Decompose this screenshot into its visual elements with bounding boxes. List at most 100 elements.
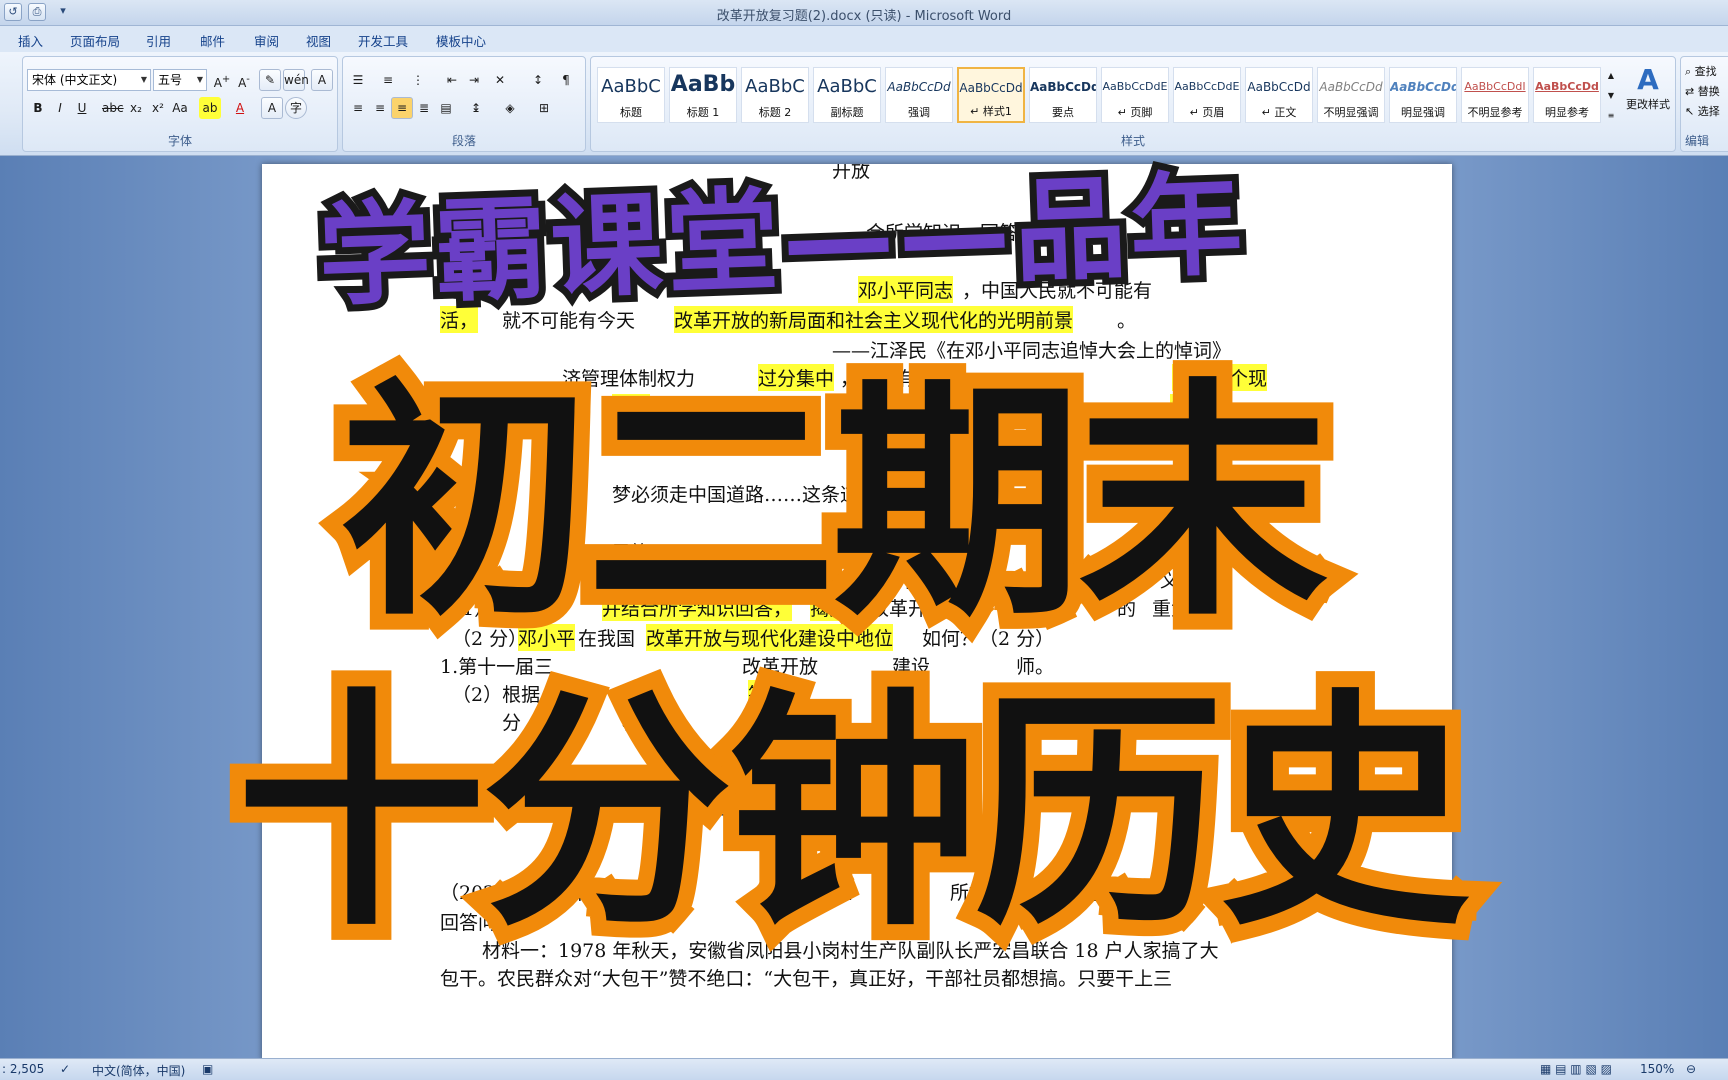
change-case-icon[interactable]: Aa (169, 97, 191, 119)
macro-record-icon[interactable]: ▣ (202, 1062, 213, 1076)
view-buttons[interactable]: ▦ ▤ ▥ ▧ ▨ (1540, 1062, 1612, 1076)
editing-group-label: 编辑 (1685, 134, 1710, 148)
style-name: ↵ 正文 (1261, 106, 1297, 119)
italic-icon[interactable]: I (49, 97, 71, 119)
change-styles-label: 更改样式 (1626, 98, 1670, 111)
highlight-icon[interactable]: ab (199, 97, 221, 119)
borders-icon[interactable]: ⊞ (533, 97, 555, 119)
align-left-icon[interactable]: ≡ (347, 97, 369, 119)
clear-format-icon[interactable]: ✎ (259, 69, 281, 91)
tab-page-layout[interactable]: 页面布局 (70, 31, 120, 50)
zoom-out-icon[interactable]: ⊖ (1686, 1062, 1696, 1076)
grow-font-icon[interactable]: A+ (211, 69, 233, 91)
language-indicator[interactable]: 中文(简体，中国) (92, 1062, 185, 1079)
style-name: 标题 (620, 106, 642, 119)
style-emphasis[interactable]: AaBbCcDd 强调 (885, 67, 953, 123)
font-group: 宋体 (中文正文) ▼ 五号 ▼ A+ A- ✎ wén A B I U abc… (22, 56, 338, 152)
style-name: 明显强调 (1401, 106, 1445, 119)
show-marks-icon[interactable]: ¶ (555, 69, 577, 91)
char-shading-icon[interactable]: A (261, 97, 283, 119)
font-name-combo[interactable]: 宋体 (中文正文) ▼ (27, 69, 151, 91)
window-title: 改革开放复习题(2).docx (只读) - Microsoft Word (716, 9, 1012, 24)
ribbon-tabs: 插入 页面布局 引用 邮件 审阅 视图 开发工具 模板中心 (0, 26, 1728, 52)
style-sample: AaBbCcDd (1030, 80, 1096, 94)
tab-references[interactable]: 引用 (146, 31, 171, 50)
find-label: 查找 (1694, 65, 1717, 78)
style-subtle-reference[interactable]: AaBbCcDdI 不明显参考 (1461, 67, 1529, 123)
style-sample: AaBbCcDd (1390, 80, 1456, 94)
style-sample: AaBbCcDdI (1464, 80, 1526, 93)
style-sample: AaBbCcDd (1319, 80, 1383, 94)
align-right-icon[interactable]: ≡ (391, 97, 413, 119)
font-size-value: 五号 (158, 73, 183, 87)
decrease-indent-icon[interactable]: ⇤ (441, 69, 463, 91)
paragraph-group-label: 段落 (451, 134, 476, 148)
style-sample: AaBbC (817, 76, 877, 97)
tab-developer[interactable]: 开发工具 (358, 31, 408, 50)
increase-indent-icon[interactable]: ⇥ (463, 69, 485, 91)
phonetic-guide-icon[interactable]: wén (283, 69, 309, 91)
superscript-icon[interactable]: x² (147, 97, 169, 119)
style-subtle-emphasis[interactable]: AaBbCcDd 不明显强调 (1317, 67, 1385, 123)
enclose-char-icon[interactable]: 字 (285, 97, 307, 119)
proofing-icon[interactable]: ✓ (60, 1062, 70, 1076)
distribute-icon[interactable]: ▤ (435, 97, 457, 119)
style-header[interactable]: AaBbCcDdE ↵ 页眉 (1173, 67, 1241, 123)
style-name: 要点 (1052, 106, 1074, 119)
style-intense-reference[interactable]: AaBbCcDd 明显参考 (1533, 67, 1601, 123)
style-style1[interactable]: AaBbCcDd ↵ 样式1 (957, 67, 1025, 123)
style-key-point[interactable]: AaBbCcDd 要点 (1029, 67, 1097, 123)
style-heading1[interactable]: AaBb 标题 1 (669, 67, 737, 123)
change-styles-icon: A (1637, 63, 1659, 96)
shading-icon[interactable]: ◈ (499, 97, 521, 119)
bold-icon[interactable]: B (27, 97, 49, 119)
subscript-icon[interactable]: x₂ (125, 97, 147, 119)
line-spacing-icon[interactable]: ↨ (465, 97, 487, 119)
style-sample: AaBbCcDd (1247, 80, 1311, 94)
align-center-icon[interactable]: ≡ (369, 97, 391, 119)
multilevel-list-icon[interactable]: ⋮ (407, 69, 429, 91)
chinese-layout-icon[interactable]: ✕ (489, 69, 511, 91)
justify-icon[interactable]: ≣ (413, 97, 435, 119)
style-footer[interactable]: AaBbCcDdE ↵ 页脚 (1101, 67, 1169, 123)
style-subtitle[interactable]: AaBbC 副标题 (813, 67, 881, 123)
change-styles-button[interactable]: A 更改样式 (1621, 63, 1675, 112)
title-bar: ↺ ⎙ ▾ 改革开放复习题(2).docx (只读) - Microsoft W… (0, 0, 1728, 26)
sort-icon[interactable]: ↕ (527, 69, 549, 91)
word-count[interactable]: : 2,505 (2, 1062, 44, 1076)
status-bar: : 2,505 ✓ 中文(简体，中国) ▣ ▦ ▤ ▥ ▧ ▨ 150% ⊖ (0, 1058, 1728, 1080)
overlay-title: 初二期末 (324, 342, 1344, 665)
tab-insert[interactable]: 插入 (18, 31, 43, 50)
chevron-down-icon: ▼ (140, 75, 147, 84)
underline-icon[interactable]: U (71, 97, 93, 119)
style-name: ↵ 样式1 (970, 105, 1012, 118)
font-size-combo[interactable]: 五号 ▼ (153, 69, 207, 91)
tab-mailings[interactable]: 邮件 (200, 31, 225, 50)
ribbon: 宋体 (中文正文) ▼ 五号 ▼ A+ A- ✎ wén A B I U abc… (0, 52, 1728, 156)
char-border-icon[interactable]: A (311, 69, 333, 91)
style-intense-emphasis[interactable]: AaBbCcDd 明显强调 (1389, 67, 1457, 123)
tab-template-center[interactable]: 模板中心 (436, 31, 486, 50)
find-button[interactable]: ⌕ 查找 (1685, 63, 1717, 79)
replace-label: 替换 (1697, 85, 1720, 98)
style-name: ↵ 页脚 (1117, 106, 1153, 119)
shrink-font-icon[interactable]: A- (233, 69, 255, 91)
style-name: 不明显参考 (1467, 106, 1523, 119)
style-name: 明显参考 (1545, 106, 1589, 119)
bullets-icon[interactable]: ☰ (347, 69, 369, 91)
chevron-down-icon: ▼ (196, 75, 203, 84)
tab-view[interactable]: 视图 (306, 31, 331, 50)
select-button[interactable]: ↖ 选择 (1685, 103, 1720, 119)
tab-review[interactable]: 审阅 (254, 31, 279, 50)
numbering-icon[interactable]: ≡ (377, 69, 399, 91)
style-normal[interactable]: AaBbCcDd ↵ 正文 (1245, 67, 1313, 123)
style-title[interactable]: AaBbC 标题 (597, 67, 665, 123)
font-color-icon[interactable]: A (229, 97, 251, 119)
strikethrough-icon[interactable]: abc (101, 97, 124, 119)
styles-scroll-icon[interactable]: ▲ ▼ ≡ (1605, 65, 1617, 125)
replace-button[interactable]: ⇄ 替换 (1685, 83, 1720, 99)
zoom-level[interactable]: 150% (1640, 1062, 1674, 1076)
style-sample: AaBbCcDdE (1102, 80, 1168, 93)
style-sample: AaBbC (745, 76, 805, 97)
style-heading2[interactable]: AaBbC 标题 2 (741, 67, 809, 123)
